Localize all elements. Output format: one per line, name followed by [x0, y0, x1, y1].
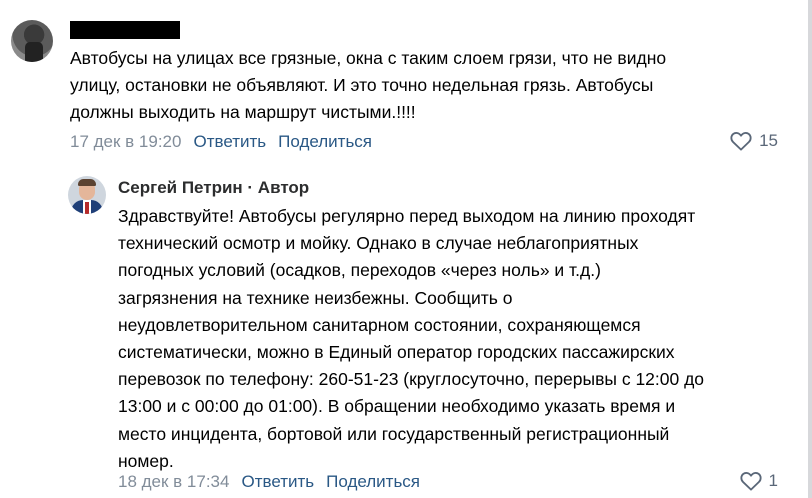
- author-name[interactable]: Сергей Петрин · Автор: [118, 178, 309, 198]
- like-button[interactable]: 1: [739, 471, 778, 491]
- reply-button[interactable]: Ответить: [241, 472, 314, 492]
- comment-timestamp[interactable]: 17 дек в 19:20: [70, 132, 181, 152]
- comment-meta: 17 дек в 19:20 Ответить Поделиться: [70, 132, 372, 152]
- heart-outline-icon: [739, 472, 762, 491]
- like-count: 15: [759, 131, 778, 150]
- reply-meta: 18 дек в 17:34 Ответить Поделиться: [118, 472, 420, 492]
- like-count: 1: [768, 471, 778, 490]
- heart-outline-icon: [730, 132, 752, 151]
- share-button[interactable]: Поделиться: [278, 132, 372, 152]
- reply-timestamp[interactable]: 18 дек в 17:34: [118, 472, 229, 492]
- comment-text: Автобусы на улицах все грязные, окна с т…: [70, 48, 667, 123]
- reply-button[interactable]: Ответить: [193, 132, 266, 152]
- commenter-avatar[interactable]: [11, 20, 53, 62]
- like-button[interactable]: 15: [730, 131, 778, 151]
- redacted-author-name: [70, 21, 180, 39]
- right-frame-border: [808, 0, 812, 498]
- author-avatar[interactable]: [68, 176, 106, 214]
- reply-text: Здравствуйте! Автобусы регулярно перед в…: [118, 206, 705, 471]
- share-button[interactable]: Поделиться: [326, 472, 420, 492]
